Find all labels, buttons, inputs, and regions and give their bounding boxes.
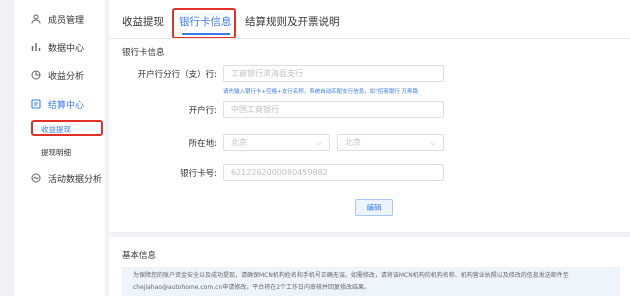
sidebar-item-revenue-analysis[interactable]: 收益分析 [14,68,84,82]
pie-icon [30,69,42,81]
sidebar-item-label: 结算中心 [48,100,85,111]
card-number-label: 银行卡号: [180,169,217,179]
sidebar-item-activity-analysis[interactable]: 活动数据分析 [14,171,102,185]
sidebar-item-members[interactable]: 成员管理 [14,12,84,26]
sidebar-item-data-center[interactable]: 数据中心 [14,40,84,54]
sidebar-subitem-withdraw-details[interactable]: 提现明细 [41,147,71,158]
highlight-box [172,8,236,39]
bank-label: 开户行: [188,106,217,116]
branch-label: 开户行分行（支）行: [137,70,217,80]
chevron-down-icon: ⌵ [429,138,436,147]
card-number-value: 6212262000080459882 [231,168,328,177]
tab-divider [109,38,630,39]
activity-icon [30,172,42,184]
chart-icon [30,41,42,53]
location-label: 所在地: [188,139,217,149]
province-value: 北京 [231,138,247,147]
basic-info-title: 基本信息 [122,251,157,261]
city-select[interactable]: 北京 ⌵ [337,134,444,151]
section-title: 银行卡信息 [122,48,165,58]
highlight-box [31,120,103,136]
sidebar: 成员管理 数据中心 收益分析 结算中心 收益提现 提现明细 活动数据分析 [14,0,105,296]
city-value: 北京 [345,138,361,147]
province-select[interactable]: 北京 ⌵ [223,134,330,151]
main-panel: 收益提现 银行卡信息 结算规则及开票说明 银行卡信息 开户行分行（支）行: 工商… [109,0,630,232]
sidebar-item-label: 收益分析 [48,71,85,82]
sidebar-item-settlement[interactable]: 结算中心 [14,97,84,111]
sidebar-item-label: 活动数据分析 [48,174,103,185]
chevron-down-icon: ⌵ [315,138,322,147]
sidebar-item-label: 成员管理 [48,15,85,26]
branch-hint: 请先输入银行卡+空格+支行名称，系统自动匹配支行信息，如"招商银行 万寿路 [223,89,418,95]
basic-info-notice: 为保障您的账户资金安全以及成功提现，请确保MCN机构姓名和手机号正确无误。如需修… [122,267,620,296]
branch-input-placeholder: 工商银行滨海县支行 [231,69,303,78]
bank-input[interactable]: 中国工商银行 [223,101,444,118]
notice-line: 为保障您的账户资金安全以及成功提现，请确保MCN机构姓名和手机号正确无误。如需修… [133,272,569,279]
user-icon [30,13,42,25]
sidebar-item-label: 数据中心 [48,43,85,54]
tab-revenue-withdraw[interactable]: 收益提现 [122,14,164,29]
card-number-input[interactable]: 6212262000080459882 [223,164,444,181]
notice-line: chejiahao@autohome.com.cn申请修改，平台将在2个工作日内… [133,284,371,291]
bank-input-value: 中国工商银行 [231,105,279,114]
edit-button[interactable]: 编辑 [355,199,393,216]
basic-info-panel: 基本信息 为保障您的账户资金安全以及成功提现，请确保MCN机构姓名和手机号正确无… [109,237,630,296]
settlement-icon [30,98,42,110]
branch-input[interactable]: 工商银行滨海县支行 [223,65,444,82]
tab-settlement-rules[interactable]: 结算规则及开票说明 [245,14,340,29]
